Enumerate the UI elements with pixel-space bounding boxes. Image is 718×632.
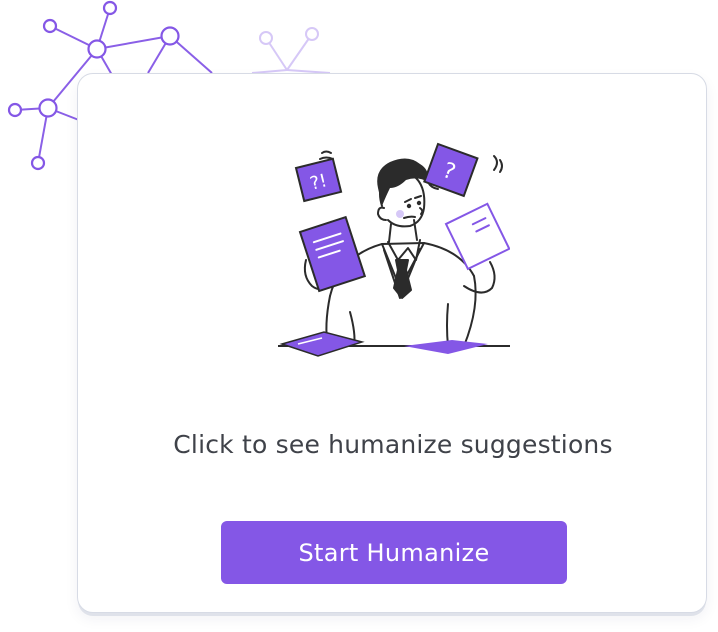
- paper-on-table-left: [279, 331, 365, 357]
- document-left-hand: [298, 215, 367, 293]
- confused-person-illustration: ?! ?: [278, 142, 510, 357]
- document-right-hand: [444, 202, 510, 271]
- humanize-prompt-text: Click to see humanize suggestions: [173, 430, 613, 459]
- question-note-left: ?!: [294, 157, 343, 203]
- humanize-panel: ?! ? Click to see humanize suggestions S…: [0, 0, 718, 632]
- question-note-right: ?: [423, 142, 479, 198]
- humanize-card: ?! ? Click to see humanize suggestions S…: [77, 73, 707, 613]
- paper-on-table-right: [404, 340, 488, 354]
- start-humanize-button[interactable]: Start Humanize: [221, 521, 567, 584]
